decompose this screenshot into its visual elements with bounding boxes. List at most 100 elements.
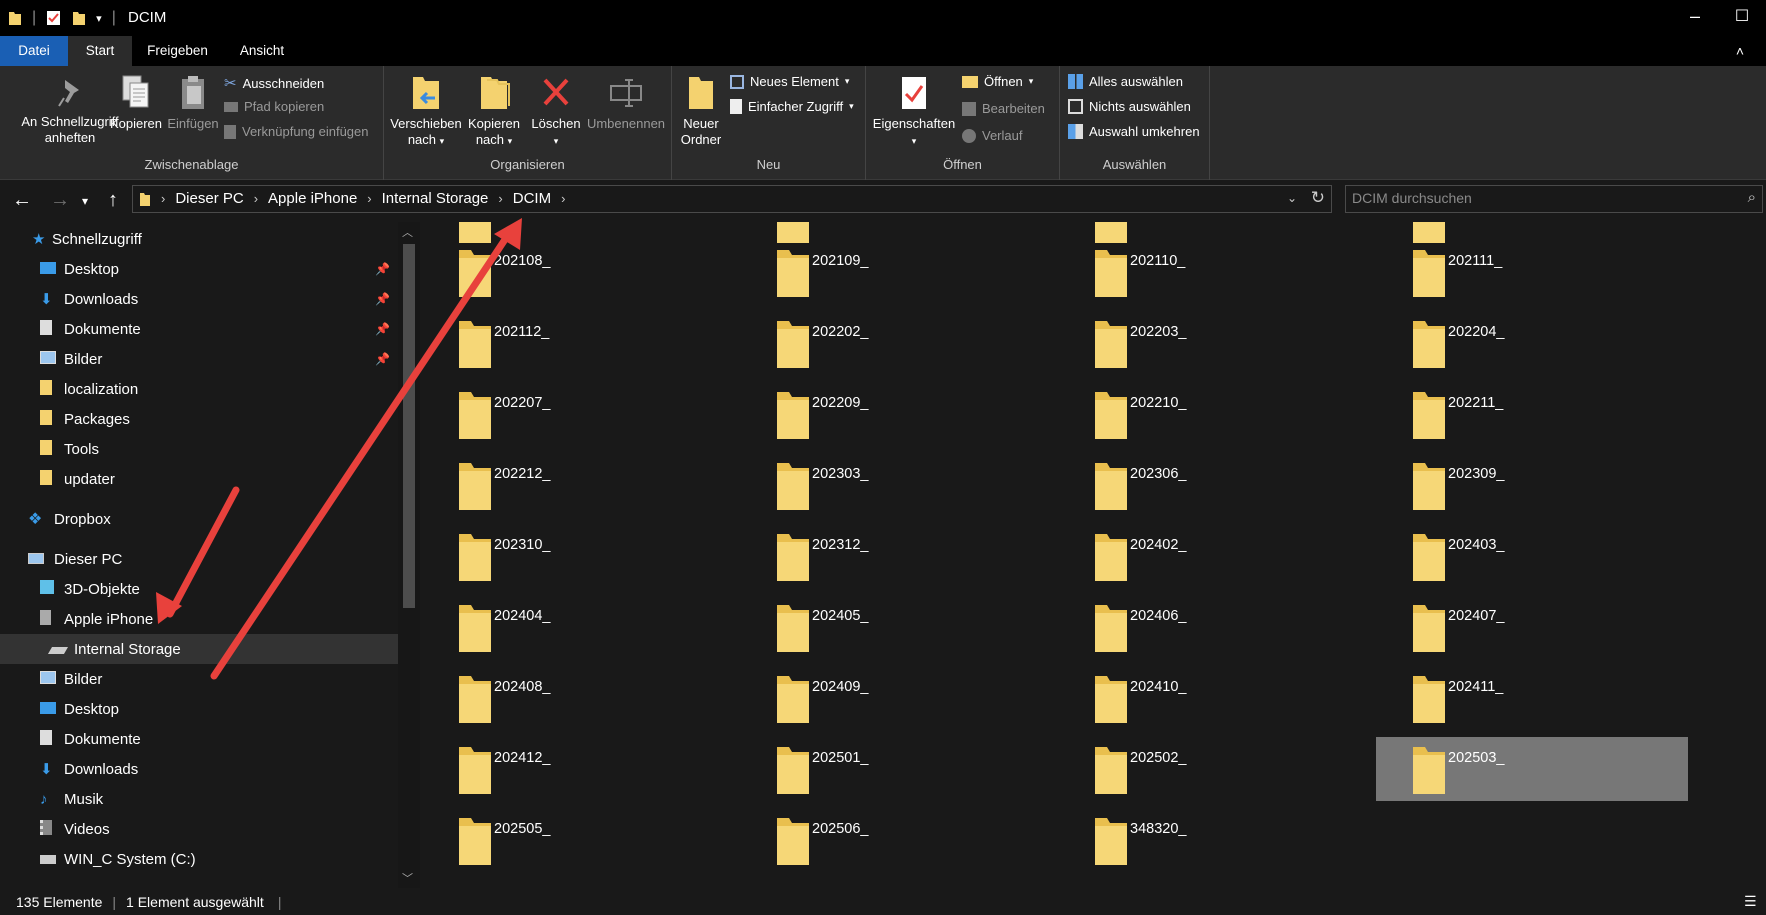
folder-item[interactable]: 202503_	[1376, 737, 1688, 801]
nav-quick-access[interactable]: ★ Schnellzugriff	[0, 224, 398, 254]
back-arrow-icon[interactable]: ←	[12, 189, 32, 212]
nav-pc-music[interactable]: ♪ Musik	[0, 784, 398, 814]
move-to-button[interactable]: Verschieben nach ▾	[390, 74, 462, 149]
folder-item[interactable]: 202202_	[740, 311, 1052, 375]
folder-item[interactable]: 202409_	[740, 666, 1052, 730]
folder-item[interactable]: 202306_	[1058, 453, 1370, 517]
copy-to-button[interactable]: Kopieren nach ▾	[464, 74, 524, 149]
nav-quick-tools[interactable]: Tools	[0, 434, 398, 464]
pin-icon[interactable]: 📌	[375, 322, 390, 336]
folder-item[interactable]: 202109_	[740, 240, 1052, 304]
folder-item[interactable]: 202407_	[1376, 595, 1688, 659]
edit-button[interactable]: Bearbeiten	[962, 101, 1045, 116]
scroll-down-icon[interactable]: ﹀	[402, 870, 413, 886]
select-none-button[interactable]: Nichts auswählen	[1068, 99, 1191, 114]
folder-item[interactable]: 202405_	[740, 595, 1052, 659]
folder-item[interactable]: 202501_	[740, 737, 1052, 801]
nav-internal-storage[interactable]: Internal Storage	[0, 634, 398, 664]
tab-share[interactable]: Freigeben	[140, 36, 215, 66]
invert-selection-button[interactable]: Auswahl umkehren	[1068, 124, 1200, 139]
nav-pc-desktop[interactable]: Desktop	[0, 694, 398, 724]
scroll-up-icon[interactable]: ︿	[402, 224, 413, 240]
properties-icon[interactable]	[46, 10, 62, 26]
chevron-right-icon[interactable]: ›	[161, 191, 165, 206]
delete-button[interactable]: Löschen ▾	[528, 74, 584, 149]
search-box[interactable]: ⌕	[1345, 185, 1763, 213]
breadcrumb-apple-iphone[interactable]: Apple iPhone	[268, 190, 357, 207]
up-arrow-icon[interactable]: ↑	[108, 189, 118, 212]
folder-item[interactable]: 202408_	[422, 666, 734, 730]
maximize-icon[interactable]: ☐	[1727, 6, 1757, 26]
copy-button[interactable]: Kopieren	[108, 74, 164, 132]
folder-item[interactable]: 202505_	[422, 808, 734, 872]
paste-button[interactable]: Einfügen	[166, 74, 220, 132]
nav-dropbox[interactable]: ❖ Dropbox	[0, 504, 398, 534]
address-dropdown-icon[interactable]: ⌄	[1287, 191, 1297, 205]
chevron-right-icon[interactable]: ›	[254, 191, 258, 206]
history-button[interactable]: Verlauf	[962, 128, 1022, 143]
tab-view[interactable]: Ansicht	[232, 36, 292, 66]
select-all-button[interactable]: Alles auswählen	[1068, 74, 1183, 89]
chevron-right-icon[interactable]: ›	[498, 191, 502, 206]
nav-quick-packages[interactable]: Packages	[0, 404, 398, 434]
tab-file[interactable]: Datei	[0, 36, 68, 66]
new-folder-icon[interactable]	[72, 10, 86, 26]
nav-pc-videos[interactable]: Videos	[0, 814, 398, 844]
recent-locations-icon[interactable]: ▾	[82, 194, 88, 208]
search-input[interactable]	[1352, 190, 1722, 206]
nav-quick-pictures[interactable]: Bilder 📌	[0, 344, 398, 374]
folder-item[interactable]: 202303_	[740, 453, 1052, 517]
nav-apple-iphone[interactable]: Apple iPhone	[0, 604, 398, 634]
folder-item[interactable]: 202406_	[1058, 595, 1370, 659]
search-icon[interactable]: ⌕	[1748, 189, 1756, 206]
easy-access-button[interactable]: Einfacher Zugriff ▾	[730, 99, 854, 114]
nav-quick-desktop[interactable]: Desktop 📌	[0, 254, 398, 284]
folder-item[interactable]: 202207_	[422, 382, 734, 446]
folder-item[interactable]: 202309_	[1376, 453, 1688, 517]
breadcrumb-dieser-pc[interactable]: Dieser PC	[175, 190, 243, 207]
tab-start[interactable]: Start	[68, 36, 132, 66]
new-item-button[interactable]: Neues Element ▾	[730, 74, 849, 89]
folder-item[interactable]: 202402_	[1058, 524, 1370, 588]
breadcrumb-dcim[interactable]: DCIM	[513, 190, 551, 207]
new-folder-button[interactable]: Neuer Ordner	[676, 74, 726, 148]
details-view-icon[interactable]: ☰	[1744, 893, 1757, 910]
folder-item[interactable]: 202506_	[740, 808, 1052, 872]
properties-button[interactable]: Eigenschaften ▾	[872, 74, 956, 149]
scrollbar-thumb[interactable]	[403, 244, 415, 608]
forward-arrow-icon[interactable]: →	[50, 189, 70, 212]
paste-shortcut-button[interactable]: Verknüpfung einfügen	[224, 124, 369, 139]
nav-quick-updater[interactable]: updater	[0, 464, 398, 494]
folder-item[interactable]: 202203_	[1058, 311, 1370, 375]
nav-quick-localization[interactable]: localization	[0, 374, 398, 404]
chevron-right-icon[interactable]: ›	[367, 191, 371, 206]
folder-item[interactable]: 202108_	[422, 240, 734, 304]
nav-this-pc[interactable]: Dieser PC	[0, 544, 398, 574]
copy-path-button[interactable]: Pfad kopieren	[224, 99, 324, 114]
pin-icon[interactable]: 📌	[375, 352, 390, 366]
folder-item[interactable]: 202212_	[422, 453, 734, 517]
folder-item[interactable]: 202411_	[1376, 666, 1688, 730]
pin-icon[interactable]: 📌	[375, 292, 390, 306]
nav-pc-downloads[interactable]: ⬇ Downloads	[0, 754, 398, 784]
breadcrumb-internal-storage[interactable]: Internal Storage	[382, 190, 489, 207]
folder-item[interactable]: 202210_	[1058, 382, 1370, 446]
customize-toolbar-icon[interactable]: ▾	[96, 12, 102, 25]
folder-item[interactable]: 348320_	[1058, 808, 1370, 872]
folder-item[interactable]: 202310_	[422, 524, 734, 588]
nav-pc-system-drive[interactable]: WIN_C System (C:)	[0, 844, 398, 874]
collapse-ribbon-icon[interactable]: ˄	[1730, 36, 1750, 66]
refresh-icon[interactable]: ↻	[1311, 188, 1325, 208]
folder-item[interactable]: 202110_	[1058, 240, 1370, 304]
folder-item[interactable]: 202112_	[422, 311, 734, 375]
folder-item[interactable]: 202111_	[1376, 240, 1688, 304]
address-bar[interactable]: › Dieser PC › Apple iPhone › Internal St…	[132, 185, 1332, 213]
folder-item[interactable]: 202209_	[740, 382, 1052, 446]
nav-scrollbar[interactable]: ︿ ﹀	[398, 222, 420, 888]
open-button[interactable]: Öffnen ▾	[962, 74, 1033, 89]
folder-item[interactable]: 202412_	[422, 737, 734, 801]
chevron-right-icon[interactable]: ›	[561, 191, 565, 206]
rename-button[interactable]: Umbenennen	[584, 74, 668, 132]
cut-button[interactable]: ✂ Ausschneiden	[224, 74, 324, 92]
nav-3d-objects[interactable]: 3D-Objekte	[0, 574, 398, 604]
